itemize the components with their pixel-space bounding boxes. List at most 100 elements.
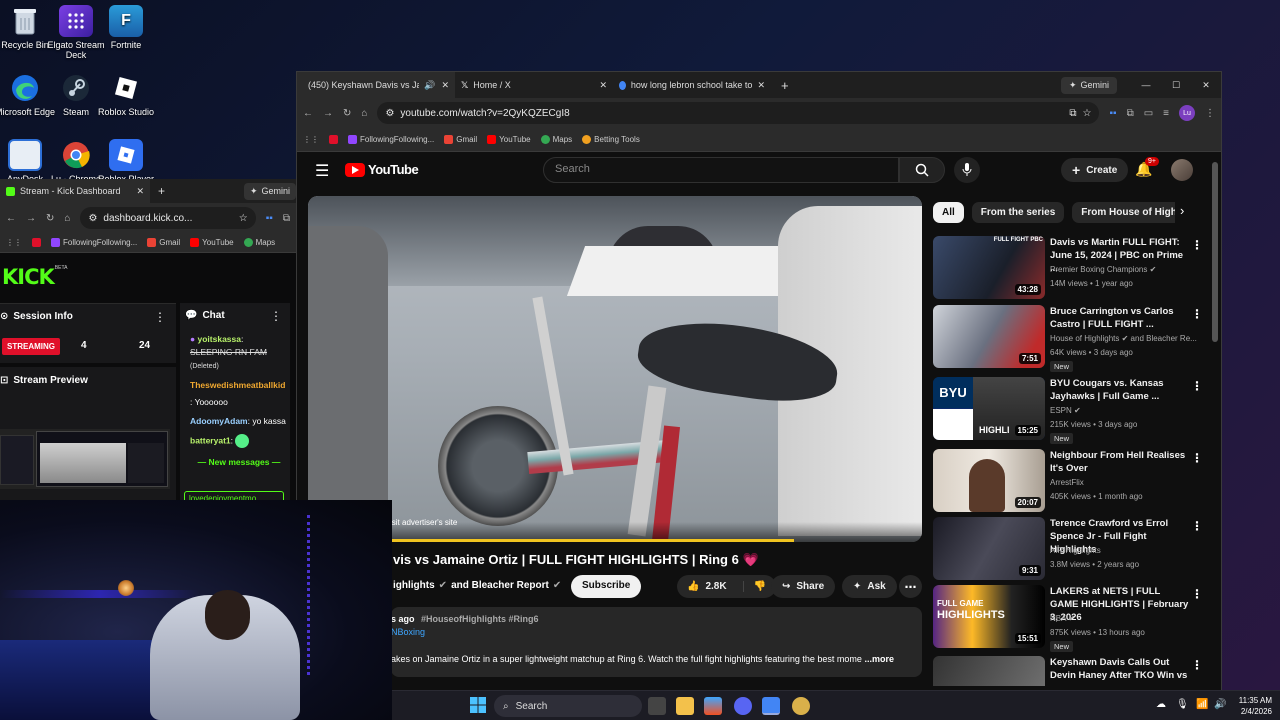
apps-grid-icon[interactable]: ⋮⋮ bbox=[6, 238, 22, 247]
share-button[interactable]: ↪ Share bbox=[771, 575, 836, 598]
tab-youtube[interactable]: (450) Keyshawn Davis vs Ja 🔊 ✕ bbox=[297, 72, 455, 98]
task-view-icon[interactable] bbox=[648, 697, 666, 715]
wifi-icon[interactable]: 📶 bbox=[1196, 699, 1208, 710]
video-menu-icon[interactable]: ⋮ bbox=[1191, 658, 1203, 672]
bookmark-star-icon[interactable]: ☆ bbox=[1083, 108, 1092, 119]
cloud-icon[interactable]: ☁ bbox=[1156, 699, 1166, 710]
video-menu-icon[interactable]: ⋮ bbox=[1191, 379, 1203, 393]
like-button[interactable]: 👍 2.8K 👎 bbox=[677, 575, 777, 598]
chip-from-series[interactable]: From the series bbox=[971, 202, 1065, 223]
back-icon[interactable]: ← bbox=[303, 108, 313, 119]
voice-search-button[interactable] bbox=[954, 157, 980, 183]
recommended-video[interactable]: 20:07 Neighbour From Hell Realises It's … bbox=[933, 449, 1203, 515]
chip-all[interactable]: All bbox=[933, 202, 964, 223]
video-player[interactable]: isit advertiser's site bbox=[308, 196, 922, 542]
tab-x[interactable]: 𝕏 Home / X ✕ bbox=[455, 72, 613, 98]
apps-grid-icon[interactable]: ⋮⋮ bbox=[303, 135, 319, 144]
scrollbar[interactable] bbox=[1211, 156, 1219, 686]
minimize-icon[interactable]: — bbox=[1131, 80, 1161, 90]
video-thumbnail[interactable]: 9:31 bbox=[933, 517, 1045, 580]
bookmark-maps[interactable]: Maps bbox=[540, 135, 572, 144]
microphone-tray-icon[interactable]: 🎙 bbox=[1176, 699, 1189, 710]
speaker-icon[interactable]: 🔊 bbox=[424, 80, 435, 91]
description-box[interactable]: s ago #HouseofHighlights #Ring6 NBoxing … bbox=[391, 607, 922, 677]
desktop-icon-roblox-studio[interactable]: Roblox Studio bbox=[91, 72, 161, 117]
bookmark-betting-tools[interactable]: Betting Tools bbox=[582, 135, 640, 144]
hamburger-menu-icon[interactable]: ☰ bbox=[315, 161, 329, 181]
home-icon[interactable]: ⌂ bbox=[64, 213, 70, 224]
chat-menu-icon[interactable]: ⋮ bbox=[270, 309, 282, 323]
taskbar-search[interactable]: ⌕ Search bbox=[494, 695, 642, 717]
chevron-right-icon[interactable]: › bbox=[1180, 203, 1184, 218]
volume-icon[interactable]: 🔊 bbox=[1214, 699, 1226, 710]
thumbs-down-icon[interactable]: 👎 bbox=[742, 581, 766, 592]
address-bar[interactable]: ⚙ youtube.com/watch?v=2QyKQZECgI8 ⧉ ☆ bbox=[377, 102, 1100, 124]
bookmark-gmail[interactable]: Gmail bbox=[444, 135, 477, 144]
video-thumbnail[interactable]: FULL GAME HIGHLIGHTS 15:51 bbox=[933, 585, 1045, 648]
tab-google-search[interactable]: how long lebron school take to ✕ bbox=[613, 72, 771, 98]
store-icon[interactable] bbox=[704, 697, 722, 715]
back-icon[interactable]: ← bbox=[6, 213, 16, 224]
create-button[interactable]: + Create bbox=[1061, 158, 1129, 182]
video-thumbnail[interactable]: 20:07 bbox=[933, 449, 1045, 512]
video-thumbnail[interactable]: 7:51 bbox=[933, 305, 1045, 368]
recommended-video[interactable]: 9:31 Terence Crawford vs Errol Spence Jr… bbox=[933, 517, 1203, 583]
file-explorer-icon[interactable] bbox=[676, 697, 694, 715]
profile-avatar[interactable]: Lu bbox=[1179, 105, 1195, 121]
bookmark-following[interactable]: FollowingFollowing... bbox=[51, 238, 137, 247]
bookmark-star-icon[interactable]: ☆ bbox=[239, 213, 248, 224]
reload-icon[interactable]: ↻ bbox=[343, 108, 351, 119]
close-icon[interactable]: ✕ bbox=[136, 186, 144, 197]
video-thumbnail[interactable]: BYU HIGHLI 15:25 bbox=[933, 377, 1045, 440]
recommended-video[interactable]: FULL GAME HIGHLIGHTS 15:51 LAKERS at NET… bbox=[933, 585, 1203, 652]
search-input[interactable]: Search bbox=[543, 157, 899, 183]
new-tab-icon[interactable]: + bbox=[781, 78, 789, 93]
maximize-icon[interactable]: ☐ bbox=[1161, 80, 1191, 91]
recommended-video[interactable]: 7:51 Bruce Carrington vs Carlos Castro |… bbox=[933, 305, 1203, 372]
windows-start-icon[interactable] bbox=[470, 697, 488, 715]
new-messages-divider[interactable]: — New messages — bbox=[190, 456, 288, 469]
clock[interactable]: 11:35 AM 2/4/2026 bbox=[1228, 695, 1272, 717]
forward-icon[interactable]: → bbox=[323, 108, 333, 119]
gemini-button[interactable]: ✦ Gemini bbox=[1060, 76, 1117, 94]
reading-list-icon[interactable]: ≡ bbox=[1163, 108, 1169, 119]
youtube-bookmark-icon[interactable] bbox=[329, 135, 338, 144]
extension-icon[interactable]: ▪▪ bbox=[1109, 108, 1116, 119]
chrome-taskbar-icon[interactable] bbox=[762, 697, 780, 715]
youtube-bookmark-icon[interactable] bbox=[32, 238, 41, 247]
extension-icon[interactable]: ▪▪ bbox=[266, 213, 273, 224]
ask-button[interactable]: ✦ Ask bbox=[842, 575, 897, 598]
recommended-video[interactable]: BYU HIGHLI 15:25 BYU Cougars vs. Kansas … bbox=[933, 377, 1203, 444]
bookmark-following[interactable]: FollowingFollowing... bbox=[348, 135, 434, 144]
ad-link[interactable]: isit advertiser's site bbox=[390, 518, 457, 527]
recommended-video[interactable]: FULL FIGHT PBC 43:28 Davis vs Martin FUL… bbox=[933, 236, 1203, 302]
side-panel-icon[interactable]: ▭ bbox=[1144, 108, 1153, 119]
desktop-icon-roblox-player[interactable]: Roblox Player bbox=[91, 139, 161, 184]
video-menu-icon[interactable]: ⋮ bbox=[1191, 238, 1203, 252]
chrome-menu-icon[interactable]: ⋮ bbox=[1205, 108, 1215, 119]
extensions-puzzle-icon[interactable]: ⧉ bbox=[1127, 108, 1134, 119]
desktop-icon-fortnite[interactable]: F Fortnite bbox=[91, 5, 161, 50]
install-app-icon[interactable]: ⧉ bbox=[1069, 108, 1076, 119]
stream-preview-video[interactable] bbox=[0, 429, 170, 489]
close-icon[interactable]: ✕ bbox=[441, 80, 449, 91]
channel-info[interactable]: ighlights ✔ and Bleacher Report ✔ bbox=[393, 580, 561, 591]
description-link[interactable]: NBoxing bbox=[391, 627, 922, 637]
obs-icon[interactable] bbox=[792, 697, 810, 715]
video-menu-icon[interactable]: ⋮ bbox=[1191, 451, 1203, 465]
youtube-logo[interactable]: YouTube bbox=[345, 162, 419, 177]
account-avatar[interactable] bbox=[1171, 159, 1193, 181]
video-menu-icon[interactable]: ⋮ bbox=[1191, 587, 1203, 601]
subscribe-button[interactable]: Subscribe bbox=[571, 575, 642, 598]
video-thumbnail[interactable] bbox=[933, 656, 1045, 686]
video-menu-icon[interactable]: ⋮ bbox=[1191, 307, 1203, 321]
reload-icon[interactable]: ↻ bbox=[46, 213, 54, 224]
forward-icon[interactable]: → bbox=[26, 213, 36, 224]
discord-icon[interactable] bbox=[734, 697, 752, 715]
address-bar[interactable]: ⚙ dashboard.kick.co... ☆ bbox=[80, 207, 256, 229]
home-icon[interactable]: ⌂ bbox=[361, 108, 367, 119]
bookmark-gmail[interactable]: Gmail bbox=[147, 238, 180, 247]
more-actions-icon[interactable]: ⋯ bbox=[899, 575, 922, 598]
bookmark-maps[interactable]: Maps bbox=[243, 238, 275, 247]
video-menu-icon[interactable]: ⋮ bbox=[1191, 519, 1203, 533]
